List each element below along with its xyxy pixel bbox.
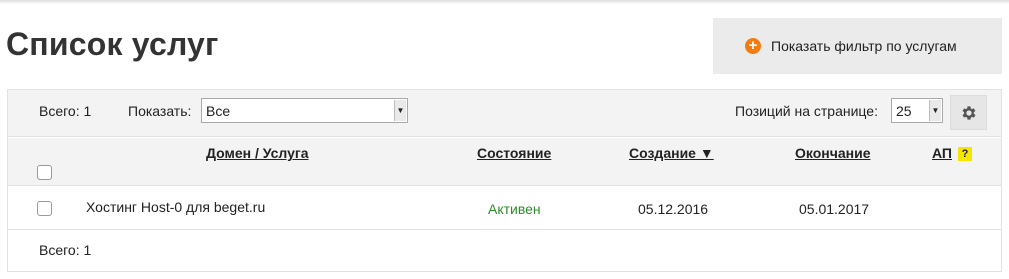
chevron-down-icon: ▼ bbox=[394, 100, 406, 121]
show-select-value: Все bbox=[206, 102, 231, 119]
settings-button[interactable] bbox=[950, 95, 987, 130]
table-header: Домен / Услуга Состояние Создание ▼ Окон… bbox=[8, 138, 1001, 186]
end-date: 05.01.2017 bbox=[799, 201, 870, 217]
services-panel: Всего: 1 Показать: Все ▼ Позиций на стра… bbox=[7, 89, 1002, 272]
table-footer: Всего: 1 bbox=[8, 231, 1001, 271]
gear-icon bbox=[962, 105, 975, 120]
page-title: Список услуг bbox=[6, 26, 219, 62]
help-icon[interactable]: ? bbox=[958, 147, 972, 161]
show-select[interactable]: Все ▼ bbox=[201, 98, 408, 123]
service-name[interactable]: Хостинг Host-0 для beget.ru bbox=[86, 199, 265, 215]
per-page-select[interactable]: 25 ▼ bbox=[891, 98, 943, 123]
table-toolbar: Всего: 1 Показать: Все ▼ Позиций на стра… bbox=[8, 90, 1001, 137]
status-badge: Активен bbox=[488, 201, 541, 217]
show-label: Показать: bbox=[128, 103, 192, 119]
plus-circle-icon: + bbox=[745, 38, 761, 54]
show-filter-button[interactable]: + Показать фильтр по услугам bbox=[713, 18, 1002, 74]
created-date: 05.12.2016 bbox=[638, 201, 709, 217]
column-ap-label[interactable]: АП bbox=[932, 145, 952, 161]
column-end[interactable]: Окончание bbox=[795, 145, 870, 161]
total-count: Всего: 1 bbox=[39, 103, 92, 119]
chevron-down-icon: ▼ bbox=[929, 100, 941, 121]
row-checkbox[interactable] bbox=[37, 201, 52, 216]
column-domain[interactable]: Домен / Услуга bbox=[206, 145, 309, 161]
per-page-value: 25 bbox=[896, 102, 912, 119]
table-row: Хостинг Host-0 для beget.ru Активен 05.1… bbox=[8, 187, 1001, 230]
column-ap: АП? bbox=[932, 145, 972, 161]
show-filter-label: Показать фильтр по услугам bbox=[771, 38, 957, 54]
top-shadow bbox=[0, 0, 1009, 4]
column-status[interactable]: Состояние bbox=[477, 145, 551, 161]
select-all-checkbox[interactable] bbox=[37, 165, 52, 180]
per-page-label: Позиций на странице: bbox=[735, 103, 878, 119]
column-created[interactable]: Создание ▼ bbox=[629, 145, 714, 161]
total-count-bottom: Всего: 1 bbox=[39, 242, 92, 258]
